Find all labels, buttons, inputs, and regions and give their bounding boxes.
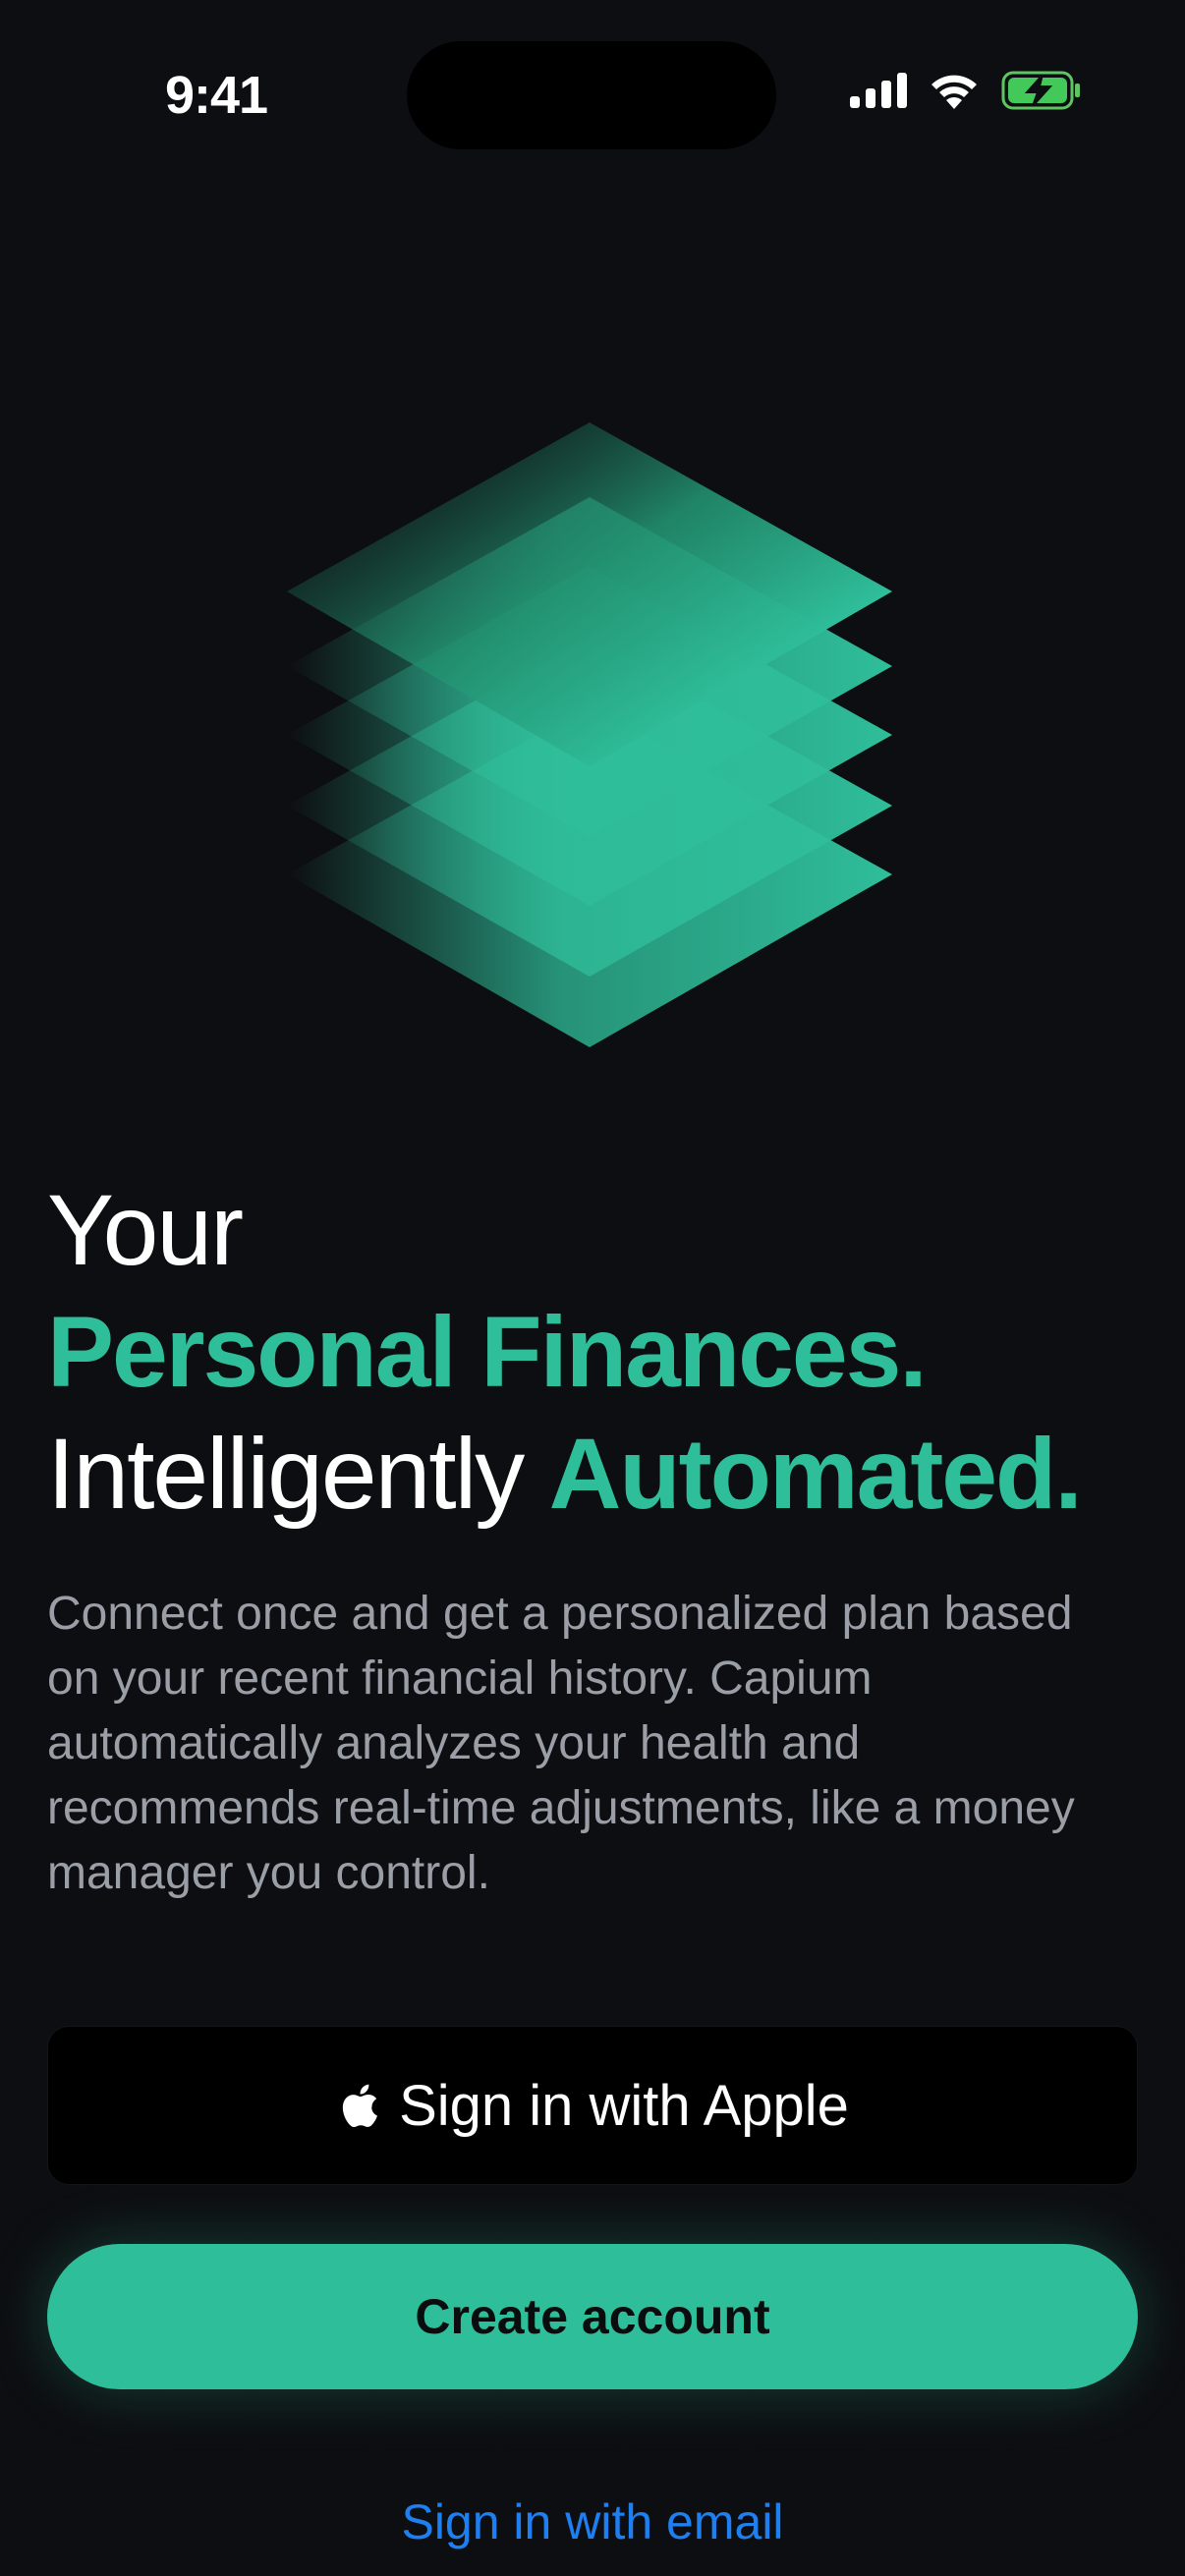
headline-line-2: Personal Finances. xyxy=(47,1296,928,1408)
description: Connect once and get a personalized plan… xyxy=(47,1588,1075,1899)
status-bar: 9:41 xyxy=(0,0,1185,196)
headline-line-1: Your xyxy=(47,1174,244,1286)
headline-line-3: Intelligently Automated. xyxy=(47,1413,1148,1535)
status-icons xyxy=(850,71,1082,110)
signal-icon xyxy=(850,73,907,108)
dynamic-island xyxy=(407,41,776,149)
sign-in-with-email-link[interactable]: Sign in with email xyxy=(0,2493,1185,2550)
sign-in-with-apple-label: Sign in with Apple xyxy=(399,2073,849,2138)
headline-line-3-accent: Automated. xyxy=(548,1418,1083,1530)
create-account-button[interactable]: Create account xyxy=(47,2244,1138,2389)
create-account-label: Create account xyxy=(415,2289,770,2344)
battery-charging-icon xyxy=(1001,71,1080,110)
status-time: 9:41 xyxy=(165,66,268,125)
hero-illustration xyxy=(0,393,1185,1081)
wifi-icon xyxy=(931,75,977,109)
stacked-layers-illustration xyxy=(287,422,892,1047)
sign-in-with-apple-button[interactable]: Sign in with Apple xyxy=(47,2026,1138,2185)
headline: Your Personal Finances. Intelligently Au… xyxy=(47,1169,1148,1535)
apple-logo-icon xyxy=(342,2084,378,2128)
headline-line-3-plain: Intelligently xyxy=(47,1418,525,1530)
